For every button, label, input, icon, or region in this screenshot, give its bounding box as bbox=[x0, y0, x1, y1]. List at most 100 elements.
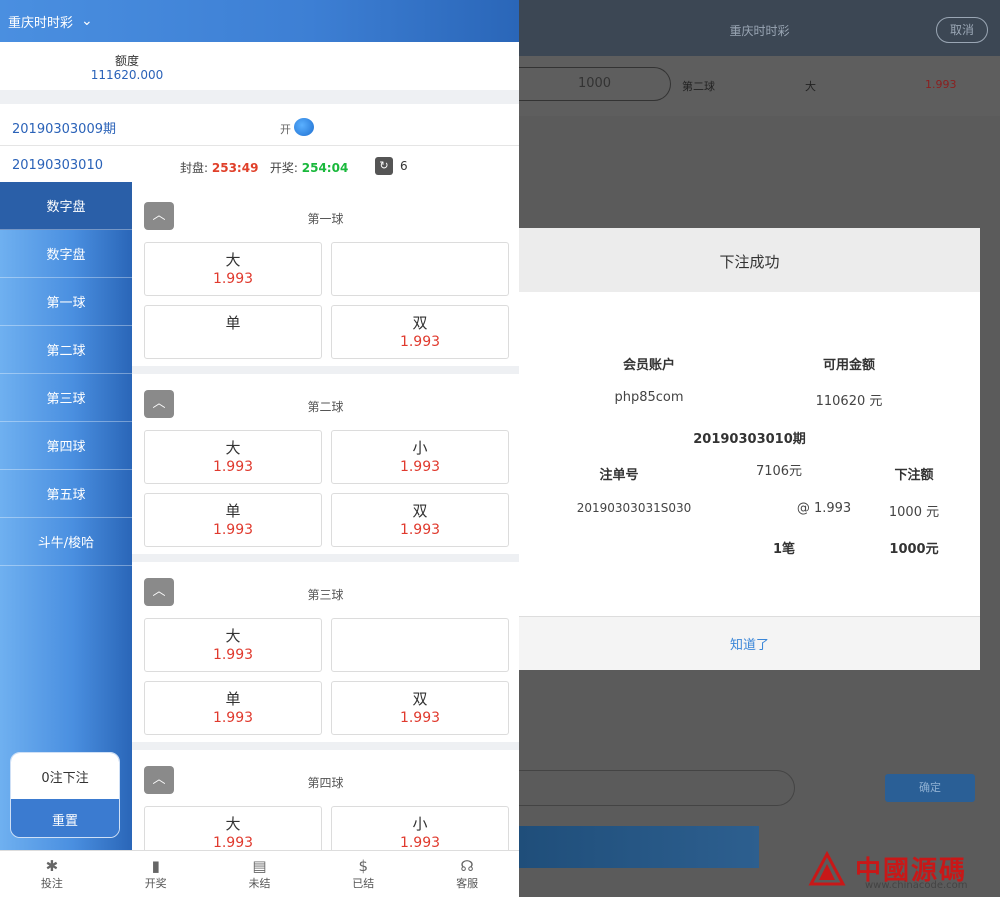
bet-odds: 1.993 bbox=[212, 835, 254, 850]
countdown-timer: 封盘: 253:49 开奖: 254:04 bbox=[180, 159, 348, 176]
bet-content: ︿ 第一球 大 1.993 单 双 1.993 ︿ 第二球 大 1.993 小 … bbox=[132, 186, 519, 850]
place-bet-button[interactable]: 0注下注 bbox=[11, 753, 119, 799]
odds-cell[interactable] bbox=[331, 618, 509, 672]
nav-draw[interactable]: ▮ 开奖 bbox=[104, 851, 208, 897]
bet-choice: 大 bbox=[805, 80, 816, 93]
odds-cell[interactable]: 大 1.993 bbox=[144, 430, 322, 484]
odds-cell[interactable]: 大 1.993 bbox=[144, 242, 322, 296]
odds-cell[interactable]: 大 1.993 bbox=[144, 618, 322, 672]
odds-cell[interactable]: 双 1.993 bbox=[331, 493, 509, 547]
bet-summary-box: 0注下注 重置 bbox=[10, 752, 120, 838]
sidebar-item-ball-2[interactable]: 第二球 bbox=[0, 326, 132, 374]
bet-icon: ✱ bbox=[45, 857, 59, 875]
sidebar-item-ball-3[interactable]: 第三球 bbox=[0, 374, 132, 422]
confirm-button[interactable]: 确定 bbox=[885, 774, 975, 802]
nav-support[interactable]: ☊ 客服 bbox=[415, 851, 519, 897]
nav-label: 开奖 bbox=[144, 877, 167, 890]
refresh-icon[interactable]: ↻ bbox=[375, 157, 393, 175]
section-title: 第二球 bbox=[307, 400, 344, 414]
odds-cell[interactable] bbox=[331, 242, 509, 296]
bet-option: 大 bbox=[225, 815, 241, 833]
sidebar-item-header[interactable]: 数字盘 bbox=[0, 182, 132, 230]
bet-option: 大 bbox=[225, 439, 241, 457]
nav-label: 未结 bbox=[248, 877, 271, 890]
dialog-title: 下注成功 bbox=[719, 253, 780, 271]
bet-odds: 1.993 bbox=[212, 710, 254, 726]
bet-odds: 1.993 bbox=[399, 334, 441, 350]
acknowledge-button[interactable]: 知道了 bbox=[519, 634, 980, 653]
bet-odds: 1.993 bbox=[212, 522, 254, 538]
previous-period[interactable]: 20190303009期 bbox=[12, 118, 116, 137]
lottery-selector[interactable]: 重庆时时彩 bbox=[8, 12, 73, 31]
reset-button[interactable]: 重置 bbox=[11, 799, 119, 837]
order-number: 20190303031S030 bbox=[576, 501, 692, 515]
section-ball-3: ︿ 第三球 大 1.993 单 1.993 双 1.993 bbox=[132, 562, 519, 742]
period-number: 20190303010期 bbox=[693, 432, 806, 447]
bet-option: 双 bbox=[412, 502, 428, 520]
section-title: 第四球 bbox=[307, 776, 344, 790]
watermark-url: www.chinacode.com bbox=[865, 880, 968, 891]
section-header: ︿ 第二球 bbox=[132, 374, 519, 422]
bet-option: 小 bbox=[412, 439, 428, 457]
odds-cell[interactable]: 单 1.993 bbox=[144, 681, 322, 735]
document-icon: ▤ bbox=[252, 857, 267, 875]
sidebar-item-ball-5[interactable]: 第五球 bbox=[0, 470, 132, 518]
odds-cell[interactable]: 单 bbox=[144, 305, 322, 359]
divider bbox=[0, 90, 519, 104]
section-header: ︿ 第一球 bbox=[132, 186, 519, 234]
section-title: 第三球 bbox=[307, 588, 344, 602]
sidebar-item-ball-1[interactable]: 第一球 bbox=[0, 278, 132, 326]
odds-cell[interactable]: 双 1.993 bbox=[331, 305, 509, 359]
dollar-icon: $ bbox=[358, 857, 369, 875]
total-amount: 1000元 bbox=[889, 542, 939, 557]
open-label: 开 bbox=[280, 123, 291, 136]
bet-odds: 1.993 bbox=[399, 522, 441, 538]
confirm-header: 重庆时时彩 取消 bbox=[519, 0, 1000, 56]
bet-odds: 1.993 bbox=[212, 271, 254, 287]
odds-cell[interactable]: 单 1.993 bbox=[144, 493, 322, 547]
nav-settled[interactable]: $ 已结 bbox=[311, 851, 415, 897]
total-count: 1笔 bbox=[772, 542, 796, 557]
bet-odds: 1.993 bbox=[399, 459, 441, 475]
order-label: 注单号 bbox=[599, 468, 639, 483]
section-ball-4: ︿ 第四球 大 1.993 小 1.993 bbox=[132, 750, 519, 850]
nav-label: 客服 bbox=[456, 877, 479, 890]
odds-cell[interactable]: 小 1.993 bbox=[331, 430, 509, 484]
headset-icon: ☊ bbox=[460, 857, 474, 875]
bet-odds: 1.993 bbox=[925, 78, 957, 91]
bet-amount-field[interactable]: 1000 bbox=[519, 67, 671, 101]
balance-value: 111620.000 bbox=[90, 68, 164, 82]
bet-option: 单 bbox=[225, 690, 241, 708]
bet-odds: 1.993 bbox=[399, 710, 441, 726]
betting-page: 重庆时时彩 ⌄ 额度 111620.000 20190303009期 开 201… bbox=[0, 0, 519, 897]
content-label: 7106元 bbox=[755, 464, 803, 479]
amount-value: 1000 元 bbox=[888, 505, 940, 520]
close-countdown: 253:49 bbox=[211, 161, 259, 175]
refresh-count: 6 bbox=[400, 159, 408, 173]
account-label: 会员账户 bbox=[622, 358, 675, 373]
amount-input[interactable] bbox=[519, 770, 795, 806]
bottom-bar bbox=[519, 826, 759, 868]
confirmation-page: 重庆时时彩 取消 1000 第二球 大 1.993 下注成功 会员账户 可用金额… bbox=[519, 0, 1000, 897]
nav-unsettled[interactable]: ▤ 未结 bbox=[208, 851, 312, 897]
dialog-header: 下注成功 bbox=[519, 228, 980, 292]
nav-bet[interactable]: ✱ 投注 bbox=[0, 851, 104, 897]
section-header: ︿ 第四球 bbox=[132, 750, 519, 798]
bet-odds: 1.993 bbox=[212, 647, 254, 663]
content-value: @ 1.993 bbox=[796, 501, 852, 516]
balance-label: 额度 bbox=[114, 54, 139, 68]
bet-option: 大 bbox=[225, 251, 241, 269]
bet-option: 小 bbox=[412, 815, 428, 833]
watermark-logo-icon bbox=[808, 850, 846, 886]
odds-cell[interactable]: 双 1.993 bbox=[331, 681, 509, 735]
sidebar-item-digit-board[interactable]: 数字盘 bbox=[0, 230, 132, 278]
chevron-down-icon[interactable]: ⌄ bbox=[81, 13, 93, 29]
sidebar-item-niu-suoha[interactable]: 斗牛/梭哈 bbox=[0, 518, 132, 566]
balance-panel: 额度 111620.000 bbox=[0, 42, 519, 90]
odds-cell[interactable]: 大 1.993 bbox=[144, 806, 322, 850]
sidebar-item-ball-4[interactable]: 第四球 bbox=[0, 422, 132, 470]
odds-cell[interactable]: 小 1.993 bbox=[331, 806, 509, 850]
section-title: 第一球 bbox=[307, 212, 344, 226]
cancel-button[interactable]: 取消 bbox=[936, 17, 988, 43]
bet-option: 大 bbox=[225, 627, 241, 645]
